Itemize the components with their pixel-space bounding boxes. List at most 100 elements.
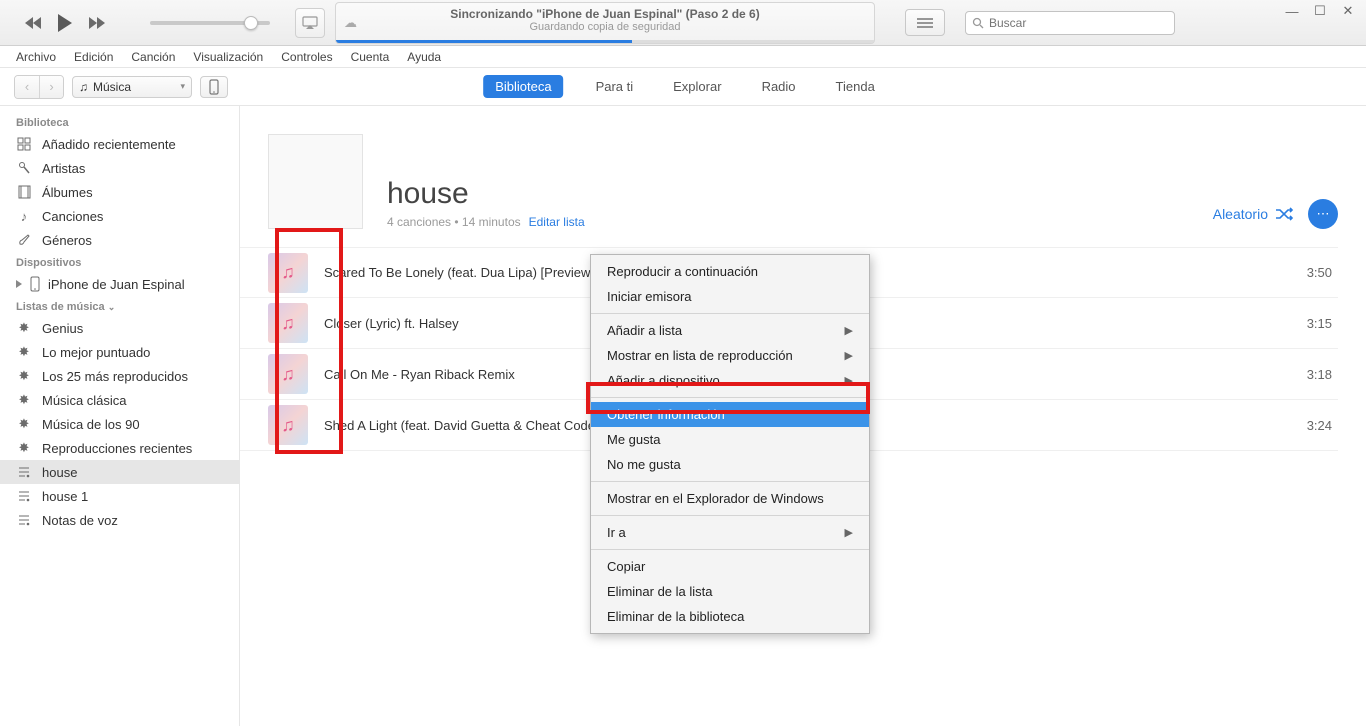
- sidebar-item-genius[interactable]: ✸Genius: [0, 316, 239, 340]
- context-menu: Reproducir a continuación Iniciar emisor…: [590, 254, 870, 634]
- sidebar-label: house: [42, 465, 77, 480]
- sidebar-label: house 1: [42, 489, 88, 504]
- ctx-get-info[interactable]: Obtener información: [591, 402, 869, 427]
- sidebar-item-genres[interactable]: Géneros: [0, 228, 239, 252]
- ctx-play-next[interactable]: Reproducir a continuación: [591, 259, 869, 284]
- ctx-show-in-explorer[interactable]: Mostrar en el Explorador de Windows: [591, 486, 869, 511]
- sidebar-header-playlists[interactable]: Listas de música ⌄: [0, 296, 239, 316]
- sidebar-label: Música de los 90: [42, 417, 140, 432]
- chevron-right-icon: ▶: [845, 324, 853, 337]
- ctx-add-to-device[interactable]: Añadir a dispositivo▶: [591, 368, 869, 393]
- phone-icon: [30, 276, 40, 292]
- playlist-icon: [16, 512, 32, 528]
- shuffle-icon: [1274, 207, 1294, 221]
- menu-ayuda[interactable]: Ayuda: [407, 50, 441, 64]
- playlist-title: house: [387, 177, 585, 211]
- maximize-button[interactable]: ☐: [1308, 2, 1332, 20]
- sidebar-item-house1[interactable]: house 1: [0, 484, 239, 508]
- ctx-remove-from-library[interactable]: Eliminar de la biblioteca: [591, 604, 869, 629]
- sidebar-item-songs[interactable]: ♪Canciones: [0, 204, 239, 228]
- close-button[interactable]: ✕: [1336, 2, 1360, 20]
- music-note-icon: ♫: [281, 415, 295, 436]
- media-kind-label: Música: [93, 80, 175, 94]
- tab-biblioteca[interactable]: Biblioteca: [483, 75, 563, 98]
- music-note-icon: ♫: [281, 262, 295, 283]
- more-button[interactable]: ⋯: [1308, 199, 1338, 229]
- ctx-add-to-playlist[interactable]: Añadir a lista▶: [591, 318, 869, 343]
- sidebar-item-top-rated[interactable]: ✸ Lo mejor puntuado: [0, 340, 239, 364]
- ctx-start-station[interactable]: Iniciar emisora: [591, 284, 869, 309]
- search-field[interactable]: [965, 11, 1175, 35]
- sidebar-label: Lo mejor puntuado: [42, 345, 150, 360]
- search-input[interactable]: [989, 16, 1168, 30]
- history-nav: ‹ ›: [14, 75, 64, 99]
- sidebar-item-voice-memos[interactable]: Notas de voz: [0, 508, 239, 532]
- back-button[interactable]: ‹: [15, 76, 39, 98]
- music-icon: ♫: [79, 80, 88, 94]
- sidebar-item-90s[interactable]: ✸ Música de los 90: [0, 412, 239, 436]
- sidebar-label: Géneros: [42, 233, 92, 248]
- playlist-icon: [16, 464, 32, 480]
- forward-button[interactable]: ›: [39, 76, 63, 98]
- menu-archivo[interactable]: Archivo: [16, 50, 56, 64]
- track-duration: 3:50: [1278, 265, 1338, 280]
- up-next-button[interactable]: [905, 9, 945, 36]
- sidebar-item-artists[interactable]: Artistas: [0, 156, 239, 180]
- menu-cuenta[interactable]: Cuenta: [351, 50, 390, 64]
- gear-icon: ✸: [16, 320, 32, 336]
- chevron-right-icon: ▶: [845, 374, 853, 387]
- album-icon: [16, 184, 32, 200]
- sidebar-item-classical[interactable]: ✸Música clásica: [0, 388, 239, 412]
- tab-para-ti[interactable]: Para ti: [588, 75, 642, 98]
- view-tabs: Biblioteca Para ti Explorar Radio Tienda: [483, 75, 883, 98]
- gear-icon: ✸: [16, 344, 32, 360]
- sidebar: Biblioteca Añadido recientemente Artista…: [0, 106, 240, 726]
- guitar-icon: [16, 232, 32, 248]
- disclosure-icon[interactable]: [16, 280, 22, 288]
- ctx-separator: [591, 313, 869, 314]
- track-artwork: ♫: [268, 405, 308, 445]
- tab-radio[interactable]: Radio: [754, 75, 804, 98]
- ctx-separator: [591, 397, 869, 398]
- ctx-show-in-playlist[interactable]: Mostrar en lista de reproducción▶: [591, 343, 869, 368]
- menu-edicion[interactable]: Edición: [74, 50, 113, 64]
- menu-controles[interactable]: Controles: [281, 50, 332, 64]
- lcd-subtitle: Guardando copia de seguridad: [336, 21, 874, 33]
- tab-tienda[interactable]: Tienda: [828, 75, 883, 98]
- volume-knob[interactable]: [244, 16, 258, 30]
- previous-button[interactable]: [20, 10, 46, 36]
- sidebar-label: Reproducciones recientes: [42, 441, 192, 456]
- sidebar-item-recent[interactable]: Añadido recientemente: [0, 132, 239, 156]
- airplay-button[interactable]: [295, 8, 325, 38]
- secondary-nav: ‹ › ♫ Música ▾ Biblioteca Para ti Explor…: [0, 68, 1366, 106]
- media-kind-select[interactable]: ♫ Música ▾: [72, 76, 192, 98]
- ctx-copy[interactable]: Copiar: [591, 554, 869, 579]
- sidebar-item-house[interactable]: house: [0, 460, 239, 484]
- gear-icon: ✸: [16, 416, 32, 432]
- ctx-like[interactable]: Me gusta: [591, 427, 869, 452]
- menu-cancion[interactable]: Canción: [131, 50, 175, 64]
- sidebar-item-albums[interactable]: Álbumes: [0, 180, 239, 204]
- ctx-remove-from-playlist[interactable]: Eliminar de la lista: [591, 579, 869, 604]
- ctx-go-to[interactable]: Ir a▶: [591, 520, 869, 545]
- sidebar-label: Álbumes: [42, 185, 93, 200]
- edit-playlist-link[interactable]: Editar lista: [529, 215, 585, 229]
- note-icon: ♪: [16, 208, 32, 224]
- sync-progress: [336, 40, 874, 43]
- minimize-button[interactable]: —: [1280, 2, 1304, 20]
- sidebar-label: Artistas: [42, 161, 85, 176]
- sidebar-item-device[interactable]: iPhone de Juan Espinal: [0, 272, 239, 296]
- next-button[interactable]: [84, 10, 110, 36]
- menu-visualizacion[interactable]: Visualización: [193, 50, 263, 64]
- gear-icon: ✸: [16, 440, 32, 456]
- tab-explorar[interactable]: Explorar: [665, 75, 729, 98]
- track-artwork: ♫: [268, 303, 308, 343]
- volume-slider[interactable]: [150, 21, 270, 25]
- sidebar-item-top25[interactable]: ✸Los 25 más reproducidos: [0, 364, 239, 388]
- sidebar-item-recently-played[interactable]: ✸ Reproducciones recientes: [0, 436, 239, 460]
- playlist-artwork[interactable]: [268, 134, 363, 229]
- shuffle-button[interactable]: Aleatorio: [1213, 206, 1294, 222]
- play-button[interactable]: [50, 8, 80, 38]
- device-button[interactable]: [200, 76, 228, 98]
- ctx-dislike[interactable]: No me gusta: [591, 452, 869, 477]
